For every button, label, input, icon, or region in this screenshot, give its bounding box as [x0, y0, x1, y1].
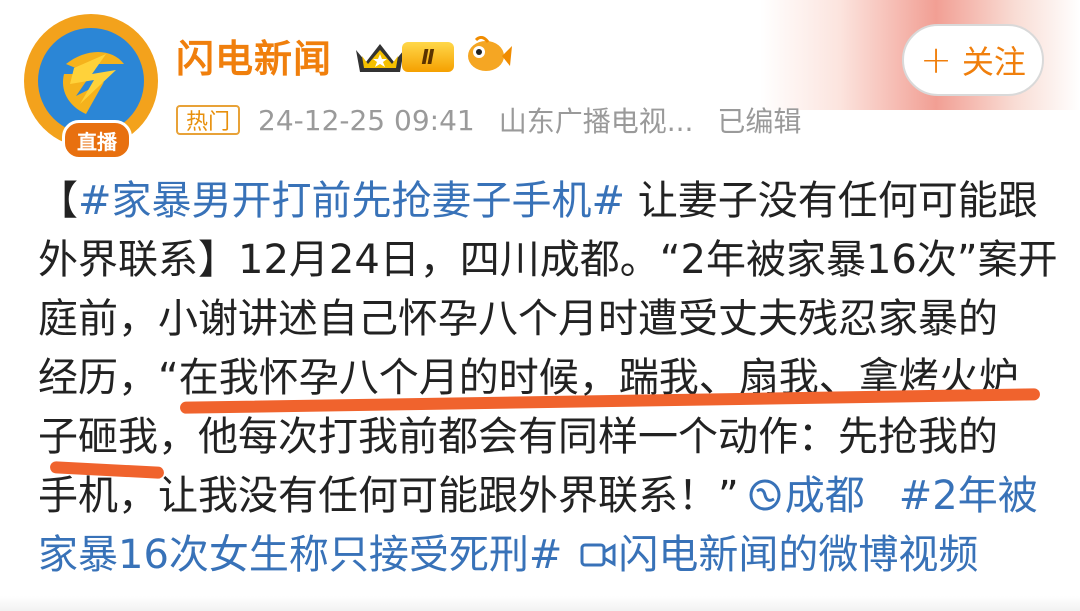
follow-label: 关注: [961, 43, 1026, 81]
edited-label[interactable]: 已编辑: [717, 100, 801, 140]
post-text: 让妻子没有任何可能跟: [625, 178, 1038, 224]
post-timestamp: 24-12-25 09:41: [258, 103, 475, 137]
lightning-logo-icon: [62, 52, 124, 114]
post-line: 子砸我，他每次打我前都会有同样一个动作：先抢我的: [38, 414, 998, 460]
bracket-text: 【: [38, 178, 78, 224]
post-line: 手机，让我没有任何可能跟外界联系！” 成都 #2年被: [38, 467, 1048, 526]
account-name[interactable]: 闪电新闻: [176, 28, 332, 83]
post-meta: 热门 24-12-25 09:41 山东广播电视... 已编辑: [176, 102, 825, 138]
video-label: 闪电新闻的微博视频: [618, 532, 979, 578]
post-line: 家暴16次女生称只接受死刑# 闪电新闻的微博视频: [38, 526, 1048, 585]
follow-button[interactable]: + 关注: [902, 24, 1044, 96]
plus-icon: +: [920, 38, 952, 82]
location-link[interactable]: 成都: [739, 473, 865, 519]
avatar[interactable]: 直播: [20, 12, 162, 160]
location-label: 成都: [784, 473, 865, 519]
level-badge: Ⅱ: [402, 42, 454, 72]
video-icon: [580, 543, 616, 567]
post-line: 【#家暴男开打前先抢妻子手机# 让妻子没有任何可能跟: [38, 172, 1048, 231]
crown-icon: [356, 44, 404, 72]
post-line: 外界联系】12月24日，四川成都。“2年被家暴16次”案开: [38, 237, 1058, 283]
hashtag-link[interactable]: 家暴16次女生称只接受死刑#: [38, 532, 562, 578]
location-icon: [749, 479, 781, 511]
fish-emoji-icon: [468, 36, 512, 71]
post-text: 手机，让我没有任何可能跟外界联系！”: [38, 473, 739, 519]
hashtag-link[interactable]: #家暴男开打前先抢妻子手机#: [78, 178, 625, 224]
hot-tag[interactable]: 热门: [176, 105, 241, 135]
post-source[interactable]: 山东广播电视...: [499, 100, 694, 140]
hashtag-link[interactable]: #2年被: [899, 473, 1038, 519]
post-line: 庭前，小谢讲述自己怀孕八个月时遭受丈夫残忍家暴的: [38, 296, 998, 342]
bottom-fade: [0, 596, 1080, 611]
post-body: 【#家暴男开打前先抢妻子手机# 让妻子没有任何可能跟 外界联系】12月24日，四…: [38, 172, 1058, 585]
live-badge: 直播: [62, 120, 132, 160]
video-link[interactable]: 闪电新闻的微博视频: [580, 532, 978, 578]
